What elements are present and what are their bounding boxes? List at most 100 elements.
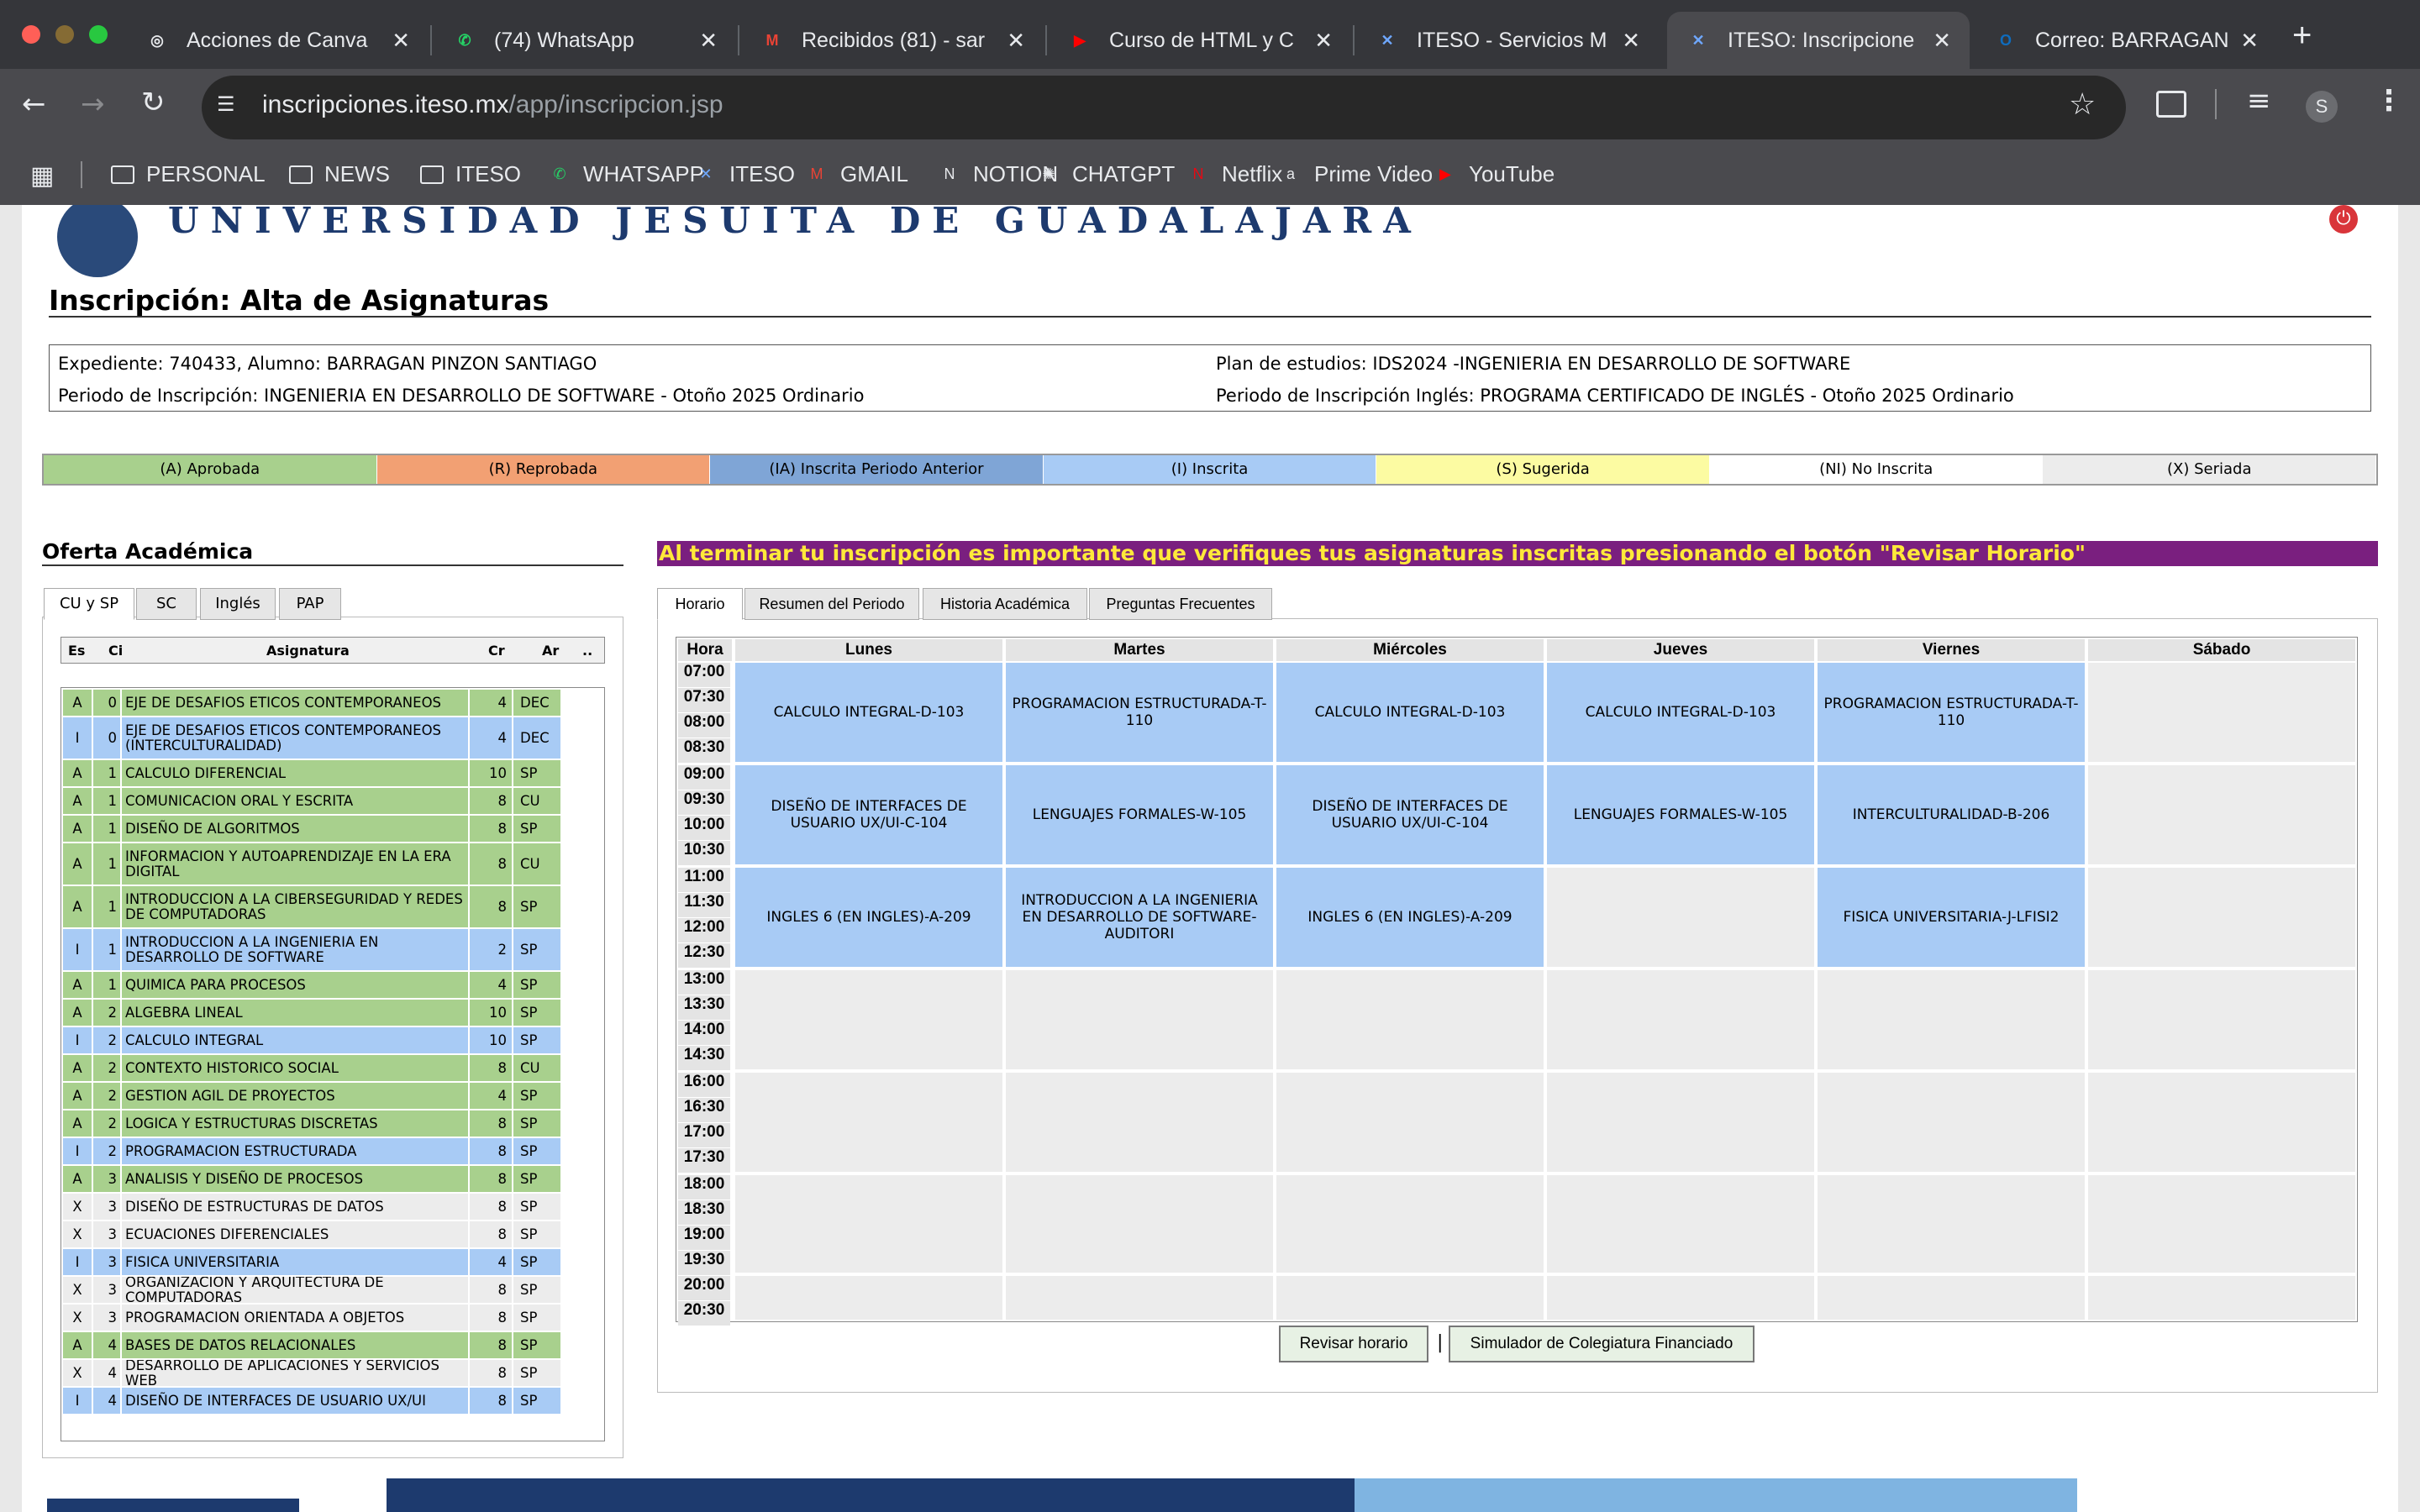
course-row[interactable]: A 0 EJE DE DESAFIOS ETICOS CONTEMPORANEOS 4… xyxy=(63,690,602,717)
empty-slot xyxy=(1276,1073,1544,1172)
course-ar: SP xyxy=(513,972,562,1000)
simulador-button[interactable]: Simulador de Colegiatura Financiado xyxy=(1449,1326,1754,1362)
course-es: I xyxy=(63,1388,93,1415)
course-row[interactable]: A 1 QUIMICA PARA PROCESOS 4 SP xyxy=(63,972,602,1000)
col-ar: Ar xyxy=(542,643,560,659)
class-block[interactable]: DISEÑO DE INTERFACES DE USUARIO UX/UI-C-… xyxy=(735,765,1002,864)
class-block[interactable]: CALCULO INTEGRAL-D-103 xyxy=(735,663,1002,762)
class-block[interactable]: CALCULO INTEGRAL-D-103 xyxy=(1276,663,1544,762)
minimize-window-button[interactable] xyxy=(55,25,74,44)
maximize-window-button[interactable] xyxy=(89,25,108,44)
bookmark-youtube[interactable]: ▶ YouTube xyxy=(1434,161,1555,187)
menu-kebab-icon[interactable]: ⋮ xyxy=(2375,84,2403,118)
tab-1[interactable]: ◎ Acciones de Canva ✕ xyxy=(126,12,429,69)
back-icon[interactable]: ← xyxy=(22,87,46,121)
tab-horario[interactable]: Horario xyxy=(657,588,743,620)
tab-historia-académica[interactable]: Historia Académica xyxy=(923,588,1087,620)
class-block[interactable]: PROGRAMACION ESTRUCTURADA-T-110 xyxy=(1818,663,2085,762)
class-block[interactable]: INTRODUCCION A LA INGENIERIA EN DESARROL… xyxy=(1006,868,1273,967)
tab-7[interactable]: O Correo: BARRAGAN ✕ xyxy=(1975,12,2277,69)
course-row[interactable]: I 4 DISEÑO DE INTERFACES DE USUARIO UX/UI 8… xyxy=(63,1388,602,1415)
bookmark-iteso[interactable]: ITESO xyxy=(420,161,521,187)
class-block[interactable]: CALCULO INTEGRAL-D-103 xyxy=(1547,663,1814,762)
oferta-tab-inglés[interactable]: Inglés xyxy=(200,588,276,620)
course-ar: SP xyxy=(513,816,562,843)
course-row[interactable]: X 3 DISEÑO DE ESTRUCTURAS DE DATOS 8 SP xyxy=(63,1194,602,1221)
bookmark-prime-video[interactable]: a Prime Video xyxy=(1279,161,1433,187)
reload-icon[interactable]: ↻ xyxy=(141,86,166,119)
apps-grid-icon[interactable]: ▦ xyxy=(30,161,54,191)
empty-slot xyxy=(1818,970,2085,1069)
bookmark-personal[interactable]: PERSONAL xyxy=(111,161,266,187)
course-row[interactable]: A 2 CONTEXTO HISTORICO SOCIAL 8 CU xyxy=(63,1055,602,1083)
close-tab-icon[interactable]: ✕ xyxy=(1622,28,1640,54)
tab-5[interactable]: ✕ ITESO - Servicios M ✕ xyxy=(1356,12,1659,69)
bookmark-news[interactable]: NEWS xyxy=(289,161,390,187)
close-tab-icon[interactable]: ✕ xyxy=(1933,28,1951,54)
bookmark-netflix[interactable]: N Netflix xyxy=(1186,161,1283,187)
class-block[interactable]: PROGRAMACION ESTRUCTURADA-T-110 xyxy=(1006,663,1273,762)
course-row[interactable]: X 4 DESARROLLO DE APLICACIONES Y SERVICIOS… xyxy=(63,1360,602,1388)
bookmark-star-icon[interactable]: ☆ xyxy=(2069,87,2096,122)
course-row[interactable]: I 2 CALCULO INTEGRAL 10 SP xyxy=(63,1027,602,1055)
youtube-icon: ▶ xyxy=(1074,31,1086,49)
course-row[interactable]: I 1 INTRODUCCION A LA INGENIERIA EN DESARR… xyxy=(63,929,602,972)
url-text[interactable]: inscripciones.iteso.mx/app/inscripcion.j… xyxy=(262,91,723,119)
course-row[interactable]: I 3 FISICA UNIVERSITARIA 4 SP xyxy=(63,1249,602,1277)
close-tab-icon[interactable]: ✕ xyxy=(392,28,410,54)
course-row[interactable]: X 3 ORGANIZACION Y ARQUITECTURA DE COMPUTA… xyxy=(63,1277,602,1305)
oferta-tab-sc[interactable]: SC xyxy=(136,588,197,620)
course-row[interactable]: X 3 ECUACIONES DIFERENCIALES 8 SP xyxy=(63,1221,602,1249)
new-tab-button[interactable]: + xyxy=(2292,17,2312,55)
course-row[interactable]: A 1 CALCULO DIFERENCIAL 10 SP xyxy=(63,760,602,788)
bookmark-whatsapp[interactable]: ✆ WHATSAPP xyxy=(548,161,704,187)
forward-icon[interactable]: → xyxy=(81,87,105,121)
tab-6[interactable]: ✕ ITESO: Inscripcione ✕ xyxy=(1667,12,1970,69)
tab-3[interactable]: M Recibidos (81) - sar ✕ xyxy=(741,12,1044,69)
tab-4[interactable]: ▶ Curso de HTML y C ✕ xyxy=(1049,12,1351,69)
class-block[interactable]: LENGUAJES FORMALES-W-105 xyxy=(1547,765,1814,864)
col-cr: Cr xyxy=(488,643,505,659)
close-tab-icon[interactable]: ✕ xyxy=(1314,28,1333,54)
bookmark-chatgpt[interactable]: ✺ CHATGPT xyxy=(1037,161,1175,187)
oferta-tab-pap[interactable]: PAP xyxy=(279,588,341,620)
bookmark-gmail[interactable]: M GMAIL xyxy=(805,161,908,187)
course-row[interactable]: I 2 PROGRAMACION ESTRUCTURADA 8 SP xyxy=(63,1138,602,1166)
course-es: I xyxy=(63,1249,93,1277)
course-row[interactable]: X 3 PROGRAMACION ORIENTADA A OBJETOS 8 SP xyxy=(63,1305,602,1332)
class-block[interactable]: DISEÑO DE INTERFACES DE USUARIO UX/UI-C-… xyxy=(1276,765,1544,864)
class-block[interactable]: FISICA UNIVERSITARIA-J-LFISI2 xyxy=(1818,868,2085,967)
close-window-button[interactable] xyxy=(22,25,40,44)
bookmark-iteso[interactable]: ✕ ITESO xyxy=(694,161,795,187)
class-block[interactable]: LENGUAJES FORMALES-W-105 xyxy=(1006,765,1273,864)
course-row[interactable]: A 2 GESTION AGIL DE PROYECTOS 4 SP xyxy=(63,1083,602,1110)
time-label: 20:00 xyxy=(678,1276,730,1300)
course-row[interactable]: A 2 ALGEBRA LINEAL 10 SP xyxy=(63,1000,602,1027)
revisar-horario-button[interactable]: Revisar horario xyxy=(1279,1326,1428,1362)
class-block[interactable]: INGLES 6 (EN INGLES)-A-209 xyxy=(1276,868,1544,967)
course-row[interactable]: A 1 COMUNICACION ORAL Y ESCRITA 8 CU xyxy=(63,788,602,816)
tab-resumen-del-periodo[interactable]: Resumen del Periodo xyxy=(744,588,919,620)
media-control-icon[interactable]: ≡ xyxy=(2247,84,2271,118)
close-tab-icon[interactable]: ✕ xyxy=(699,28,718,54)
course-row[interactable]: I 0 EJE DE DESAFIOS ETICOS CONTEMPORANEOS … xyxy=(63,717,602,760)
profile-avatar[interactable]: S xyxy=(2306,91,2338,123)
close-tab-icon[interactable]: ✕ xyxy=(1007,28,1025,54)
oferta-table-header: Es Ci Asignatura Cr Ar .. xyxy=(60,637,605,664)
course-row[interactable]: A 1 INTRODUCCION A LA CIBERSEGURIDAD Y RED… xyxy=(63,886,602,929)
tab-preguntas-frecuentes[interactable]: Preguntas Frecuentes xyxy=(1089,588,1272,620)
close-tab-icon[interactable]: ✕ xyxy=(2240,28,2259,54)
logout-power-icon[interactable]: ⏻ xyxy=(2329,205,2358,234)
toolbar-divider xyxy=(2215,89,2217,119)
oferta-tab-cu-y-sp[interactable]: CU y SP xyxy=(44,588,134,620)
course-row[interactable]: A 2 LOGICA Y ESTRUCTURAS DISCRETAS 8 SP xyxy=(63,1110,602,1138)
search-tabs-icon[interactable] xyxy=(2156,91,2186,118)
course-row[interactable]: A 3 ANALISIS Y DISEÑO DE PROCESOS 8 SP xyxy=(63,1166,602,1194)
class-block[interactable]: INGLES 6 (EN INGLES)-A-209 xyxy=(735,868,1002,967)
site-info-icon[interactable]: ☰ xyxy=(217,92,242,118)
class-block[interactable]: INTERCULTURALIDAD-B-206 xyxy=(1818,765,2085,864)
course-row[interactable]: A 4 BASES DE DATOS RELACIONALES 8 SP xyxy=(63,1332,602,1360)
tab-2[interactable]: ✆ (74) WhatsApp ✕ xyxy=(434,12,736,69)
course-row[interactable]: A 1 DISEÑO DE ALGORITMOS 8 SP xyxy=(63,816,602,843)
course-row[interactable]: A 1 INFORMACION Y AUTOAPRENDIZAJE EN LA ER… xyxy=(63,843,602,886)
